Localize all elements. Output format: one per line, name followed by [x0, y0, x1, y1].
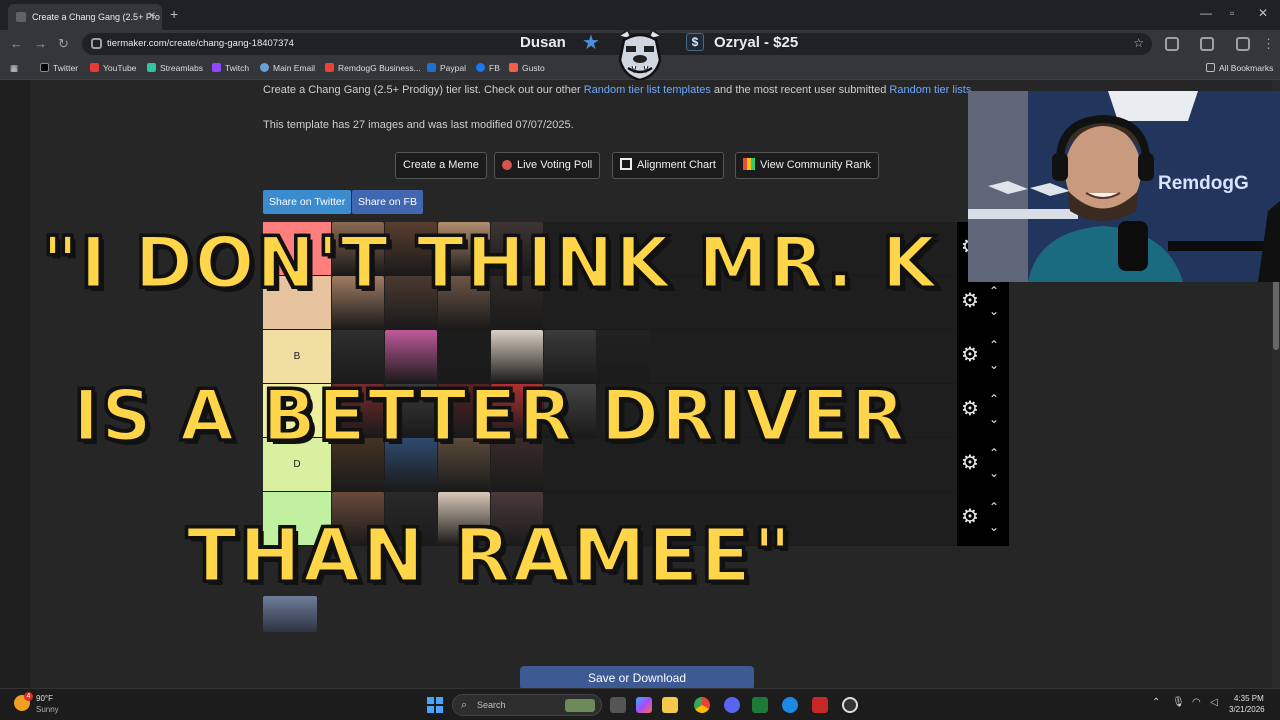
volume-icon[interactable]: ◁ [1210, 697, 1218, 708]
tiermaker-favicon-icon [16, 12, 26, 22]
template-description: Create a Chang Gang (2.5+ Prodigy) tier … [263, 84, 972, 96]
tab-title: Create a Chang Gang (2.5+ Pro [32, 12, 160, 22]
share-twitter-button[interactable]: Share on Twitter [263, 190, 352, 214]
microphone-icon[interactable]: 🎙 [1172, 697, 1185, 708]
bookmark-star-icon[interactable]: ☆ [1133, 36, 1144, 50]
chrome-icon[interactable] [694, 697, 710, 713]
facebook-icon [476, 63, 485, 72]
scrollbar-thumb[interactable] [1273, 280, 1279, 350]
reload-icon[interactable]: ↻ [58, 36, 69, 52]
excel-icon[interactable] [752, 697, 768, 713]
chevron-down-icon[interactable]: ⌄ [989, 304, 999, 318]
gmail-icon [325, 63, 334, 72]
youtube-icon [90, 63, 99, 72]
clock-time[interactable]: 4:35 PM [1234, 694, 1264, 703]
random-tierlists-link[interactable]: Random tier lists [889, 84, 971, 96]
chevron-down-icon[interactable]: ⌄ [989, 466, 999, 480]
chevron-up-icon[interactable]: ⌃ [989, 500, 999, 514]
donation-dollar-icon: $ [686, 33, 704, 51]
screen: Create a Chang Gang (2.5+ Pro ✕ + — ▫ ✕ … [0, 0, 1280, 720]
cast-icon[interactable] [1200, 37, 1214, 51]
random-templates-link[interactable]: Random tier list templates [584, 84, 711, 96]
bookmark-gusto[interactable]: Gusto [509, 63, 545, 73]
streamer-name: Dusan [520, 34, 566, 51]
caption-line-2: IS A BETTER DRIVER [72, 374, 907, 459]
windows-start-icon[interactable] [427, 697, 443, 713]
share-fb-button[interactable]: Share on FB [352, 190, 423, 214]
browser-tab[interactable]: Create a Chang Gang (2.5+ Pro ✕ [8, 4, 162, 30]
file-explorer-icon[interactable] [662, 697, 678, 713]
taskbar-search[interactable]: ⌕ Search [452, 694, 602, 716]
bookmark-youtube[interactable]: YouTube [90, 63, 136, 73]
weather-temp: 90°F [36, 694, 53, 703]
windows-taskbar: 4 90°F Sunny ⌕ Search ⌃ 🎙 ◠ ◁ 4:35 PM 3/… [0, 688, 1280, 720]
back-icon[interactable]: ← [10, 36, 23, 51]
weather-condition: Sunny [36, 705, 59, 714]
adobe-icon[interactable] [812, 697, 828, 713]
globe-icon [260, 63, 269, 72]
close-tab-icon[interactable]: ✕ [148, 4, 156, 30]
discord-icon[interactable] [724, 697, 740, 713]
extensions-icon[interactable] [1165, 37, 1179, 51]
vpn-icon[interactable] [782, 697, 798, 713]
gusto-icon [509, 63, 518, 72]
record-dot-icon [502, 160, 512, 170]
template-info: This template has 27 images and was last… [263, 119, 574, 131]
view-community-rank-button[interactable]: View Community Rank [735, 152, 880, 179]
live-voting-poll-button[interactable]: Live Voting Poll [494, 152, 601, 179]
color-grid-icon [743, 158, 755, 170]
bookmark-business[interactable]: RemdogG Business... [325, 63, 421, 73]
webcam-brand-text: RemdogG [1158, 173, 1249, 194]
copilot-icon[interactable] [636, 697, 652, 713]
url-text: tiermaker.com/create/chang-gang-18407374 [107, 38, 294, 49]
twitch-icon [212, 63, 221, 72]
bookmark-fb[interactable]: FB [476, 63, 500, 73]
weather-badge: 4 [24, 692, 33, 701]
new-tab-icon[interactable]: + [170, 6, 178, 22]
wifi-icon[interactable]: ◠ [1192, 697, 1201, 708]
bookmark-paypal[interactable]: Paypal [427, 63, 466, 73]
obs-icon[interactable] [842, 697, 858, 713]
bookmark-twitter[interactable]: Twitter [40, 63, 78, 73]
alignment-chart-button[interactable]: Alignment Chart [612, 152, 724, 179]
profile-icon[interactable] [1236, 37, 1250, 51]
tray-overflow-icon[interactable]: ⌃ [1152, 697, 1160, 708]
menu-icon[interactable]: ⋮ [1262, 36, 1275, 52]
gear-icon[interactable]: ⚙ [961, 345, 979, 365]
minimize-icon[interactable]: — [1200, 6, 1212, 20]
restore-icon[interactable]: ▫ [1230, 6, 1234, 20]
create-meme-button[interactable]: Create a Meme [395, 152, 487, 179]
x-icon [40, 63, 49, 72]
save-download-button[interactable]: Save or Download [520, 666, 754, 690]
apps-icon[interactable]: ▦ [10, 63, 18, 74]
unranked-character-image[interactable] [263, 596, 317, 632]
grid-icon [620, 158, 632, 170]
task-view-icon[interactable] [610, 697, 626, 713]
chevron-up-icon[interactable]: ⌃ [989, 338, 999, 352]
paypal-icon [427, 63, 436, 72]
clock-date[interactable]: 3/21/2026 [1229, 705, 1265, 714]
bookmark-main-email[interactable]: Main Email [260, 63, 315, 73]
chevron-down-icon[interactable]: ⌄ [989, 358, 999, 372]
site-info-icon[interactable] [91, 38, 102, 49]
bookmark-streamlabs[interactable]: Streamlabs [147, 63, 203, 73]
forward-icon[interactable]: → [34, 36, 47, 51]
all-bookmarks[interactable]: All Bookmarks [1206, 63, 1273, 73]
caption-line-1: "I DON'T THINK MR. K [40, 221, 939, 306]
caption-line-3: THAN RAMEE" [185, 512, 794, 601]
bulldog-logo-icon [615, 28, 665, 82]
donation-alert: Ozryal - $25 [714, 34, 799, 51]
streamlabs-icon [147, 63, 156, 72]
favorite-star-icon: ★ [582, 32, 600, 54]
folder-icon [1206, 63, 1215, 72]
search-highlight-icon [565, 699, 595, 712]
bookmark-twitch[interactable]: Twitch [212, 63, 249, 73]
close-window-icon[interactable]: ✕ [1258, 6, 1268, 20]
search-icon: ⌕ [461, 699, 468, 711]
